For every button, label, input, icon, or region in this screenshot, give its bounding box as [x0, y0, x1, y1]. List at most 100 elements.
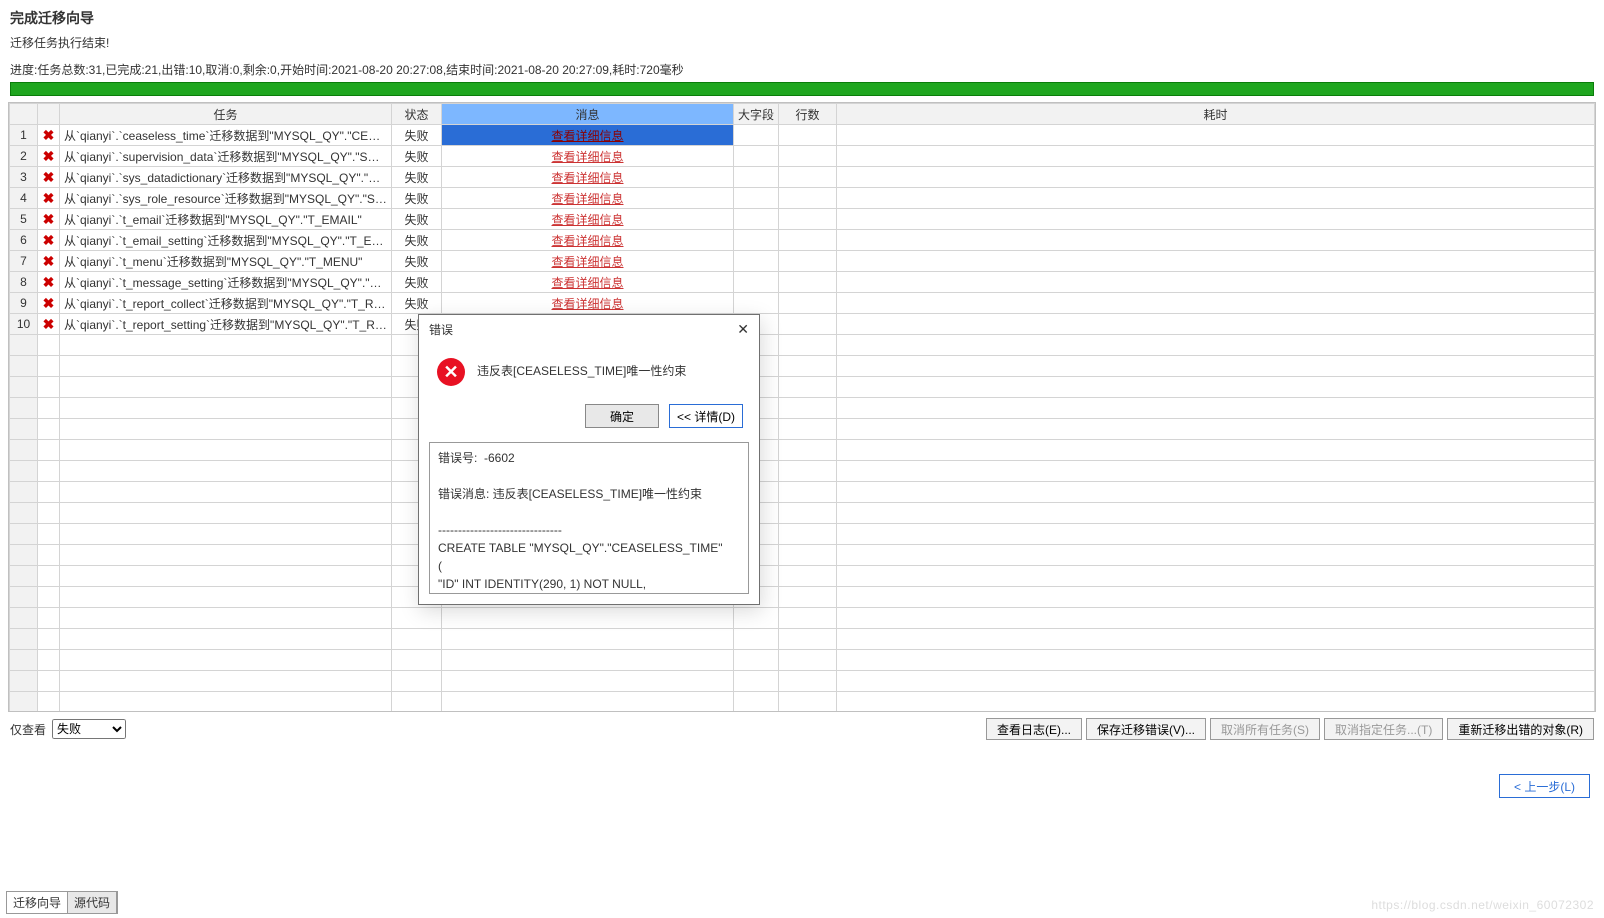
row-status: 失败	[392, 209, 442, 230]
table-row[interactable]	[10, 650, 1595, 671]
table-row[interactable]: 5✖从`qianyi`.`t_email`迁移数据到"MYSQL_QY"."T_…	[10, 209, 1595, 230]
col-bigfield[interactable]: 大字段	[734, 104, 779, 125]
row-message: 查看详细信息	[442, 230, 734, 251]
row-bigfield	[734, 293, 779, 314]
table-row[interactable]: 8✖从`qianyi`.`t_message_setting`迁移数据到"MYS…	[10, 272, 1595, 293]
row-status	[392, 608, 442, 629]
table-row[interactable]	[10, 671, 1595, 692]
detail-link[interactable]: 查看详细信息	[551, 255, 623, 269]
row-rows	[779, 587, 837, 608]
row-task: 从`qianyi`.`t_report_setting`迁移数据到"MYSQL_…	[60, 314, 392, 335]
detail-link[interactable]: 查看详细信息	[551, 129, 623, 143]
table-row[interactable]	[10, 335, 1595, 356]
table-row[interactable]: 3✖从`qianyi`.`sys_datadictionary`迁移数据到"MY…	[10, 167, 1595, 188]
row-status: 失败	[392, 272, 442, 293]
table-row[interactable]	[10, 419, 1595, 440]
save-errors-button[interactable]: 保存迁移错误(V)...	[1086, 718, 1206, 740]
row-elapsed	[837, 692, 1595, 713]
table-row[interactable]: 9✖从`qianyi`.`t_report_collect`迁移数据到"MYSQ…	[10, 293, 1595, 314]
error-x-icon: ✖	[38, 314, 60, 335]
row-index	[10, 629, 38, 650]
detail-link[interactable]: 查看详细信息	[551, 297, 623, 311]
table-row[interactable]: 7✖从`qianyi`.`t_menu`迁移数据到"MYSQL_QY"."T_M…	[10, 251, 1595, 272]
table-row[interactable]: 4✖从`qianyi`.`sys_role_resource`迁移数据到"MYS…	[10, 188, 1595, 209]
dialog-ok-button[interactable]: 确定	[585, 404, 659, 428]
row-index	[10, 566, 38, 587]
row-rows	[779, 671, 837, 692]
row-status: 失败	[392, 251, 442, 272]
table-row[interactable]	[10, 377, 1595, 398]
row-index	[10, 524, 38, 545]
error-x-icon: ✖	[38, 146, 60, 167]
table-row[interactable]	[10, 482, 1595, 503]
dialog-close-button[interactable]: ✕	[737, 321, 749, 338]
detail-link[interactable]: 查看详细信息	[551, 234, 623, 248]
row-task	[60, 419, 392, 440]
detail-link[interactable]: 查看详细信息	[551, 192, 623, 206]
row-task	[60, 587, 392, 608]
table-row[interactable]	[10, 461, 1595, 482]
table-row[interactable]	[10, 524, 1595, 545]
row-status	[392, 692, 442, 713]
table-row[interactable]: 2✖从`qianyi`.`supervision_data`迁移数据到"MYSQ…	[10, 146, 1595, 167]
row-elapsed	[837, 545, 1595, 566]
table-row[interactable]	[10, 608, 1595, 629]
prev-step-button[interactable]: < 上一步(L)	[1499, 774, 1590, 798]
row-index	[10, 545, 38, 566]
col-rows[interactable]: 行数	[779, 104, 837, 125]
col-task[interactable]: 任务	[60, 104, 392, 125]
table-row[interactable]	[10, 566, 1595, 587]
row-index	[10, 671, 38, 692]
error-x-icon	[38, 650, 60, 671]
table-row[interactable]	[10, 545, 1595, 566]
tab-wizard[interactable]: 迁移向导	[7, 892, 68, 913]
table-row[interactable]	[10, 356, 1595, 377]
table-row[interactable]: 1✖从`qianyi`.`ceaseless_time`迁移数据到"MYSQL_…	[10, 125, 1595, 146]
table-row[interactable]	[10, 587, 1595, 608]
row-task: 从`qianyi`.`ceaseless_time`迁移数据到"MYSQL_QY…	[60, 125, 392, 146]
row-elapsed	[837, 167, 1595, 188]
error-x-icon: ✖	[38, 209, 60, 230]
table-row[interactable]	[10, 692, 1595, 713]
error-icon: ✕	[437, 358, 465, 386]
view-log-button[interactable]: 查看日志(E)...	[986, 718, 1082, 740]
filter-select[interactable]: 失败	[52, 719, 126, 739]
detail-link[interactable]: 查看详细信息	[551, 276, 623, 290]
table-row[interactable]	[10, 629, 1595, 650]
row-index	[10, 356, 38, 377]
detail-link[interactable]: 查看详细信息	[551, 150, 623, 164]
row-elapsed	[837, 377, 1595, 398]
row-rows	[779, 314, 837, 335]
row-task	[60, 566, 392, 587]
row-task: 从`qianyi`.`sys_datadictionary`迁移数据到"MYSQ…	[60, 167, 392, 188]
table-row[interactable]	[10, 503, 1595, 524]
col-message[interactable]: 消息	[442, 104, 734, 125]
error-x-icon	[38, 566, 60, 587]
row-elapsed	[837, 398, 1595, 419]
table-row[interactable]	[10, 440, 1595, 461]
col-status[interactable]: 状态	[392, 104, 442, 125]
dialog-message: 违反表[CEASELESS_TIME]唯一性约束	[477, 358, 686, 379]
detail-link[interactable]: 查看详细信息	[551, 171, 623, 185]
col-elapsed[interactable]: 耗时	[837, 104, 1595, 125]
row-elapsed	[837, 146, 1595, 167]
error-x-icon	[38, 398, 60, 419]
error-x-icon	[38, 608, 60, 629]
row-task	[60, 692, 392, 713]
table-row[interactable]: 6✖从`qianyi`.`t_email_setting`迁移数据到"MYSQL…	[10, 230, 1595, 251]
dialog-detail-text[interactable]: 错误号: -6602错误消息: 违反表[CEASELESS_TIME]唯一性约束…	[429, 442, 749, 594]
row-bigfield	[734, 251, 779, 272]
row-message	[442, 629, 734, 650]
col-index[interactable]	[10, 104, 38, 125]
results-table: 任务 状态 消息 大字段 行数 耗时 1✖从`qianyi`.`ceaseles…	[8, 102, 1596, 712]
col-icon[interactable]	[38, 104, 60, 125]
tab-source[interactable]: 源代码	[68, 892, 117, 913]
retry-errors-button[interactable]: 重新迁移出错的对象(R)	[1447, 718, 1594, 740]
table-row[interactable]	[10, 398, 1595, 419]
detail-link[interactable]: 查看详细信息	[551, 213, 623, 227]
row-rows	[779, 419, 837, 440]
row-rows	[779, 188, 837, 209]
row-index: 8	[10, 272, 38, 293]
table-row[interactable]: 10✖从`qianyi`.`t_report_setting`迁移数据到"MYS…	[10, 314, 1595, 335]
dialog-details-button[interactable]: << 详情(D)	[669, 404, 743, 428]
